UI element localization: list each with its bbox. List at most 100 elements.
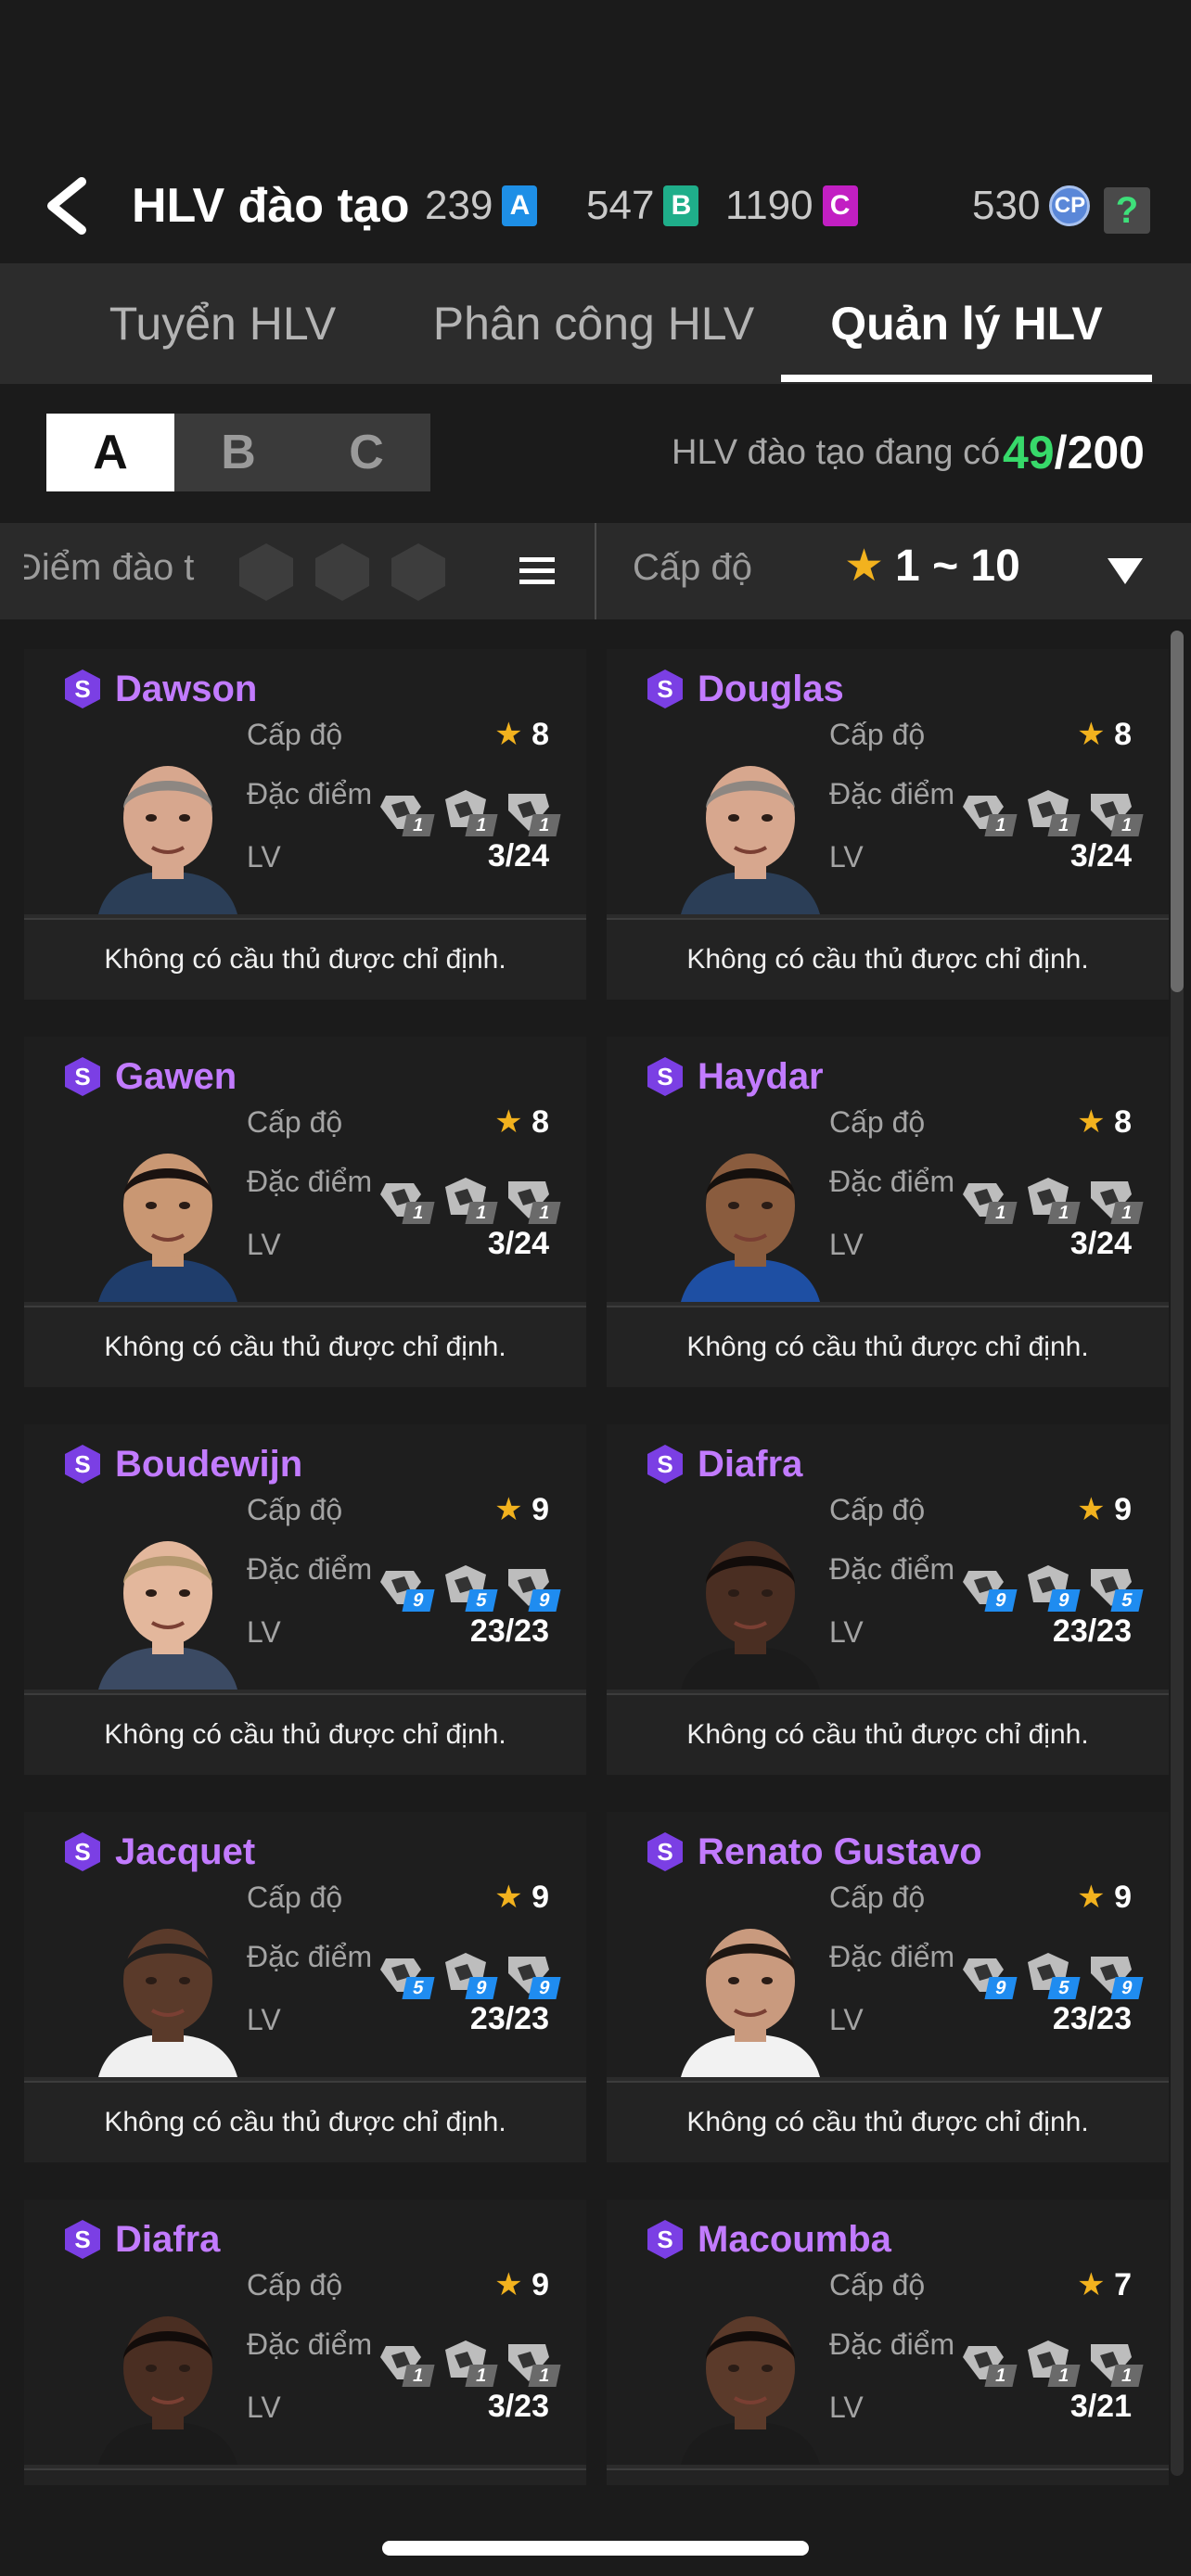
special-grade-icon: S (65, 1445, 100, 1484)
tab-manage[interactable]: Quản lý HLV (781, 263, 1152, 384)
hexagon-slot-icon[interactable] (236, 542, 297, 603)
trait-icon: 1 (503, 786, 561, 836)
trait-level: 1 (528, 2365, 561, 2387)
segment-a[interactable]: A (46, 414, 174, 491)
home-indicator[interactable] (382, 2541, 809, 2556)
coach-card[interactable]: S Douglas Cấp độ ★ 8 Đặc điểm 1 1 1 LV 3… (607, 649, 1169, 1000)
trait-icon: 9 (1085, 1949, 1144, 1999)
coach-card-body: S Haydar Cấp độ ★ 8 Đặc điểm 1 1 1 LV 3/… (607, 1037, 1169, 1302)
back-arrow-icon[interactable] (41, 176, 93, 236)
svg-text:S: S (74, 2225, 90, 2253)
trait-level: 1 (984, 2365, 1018, 2387)
trait-level: 1 (465, 1202, 498, 1224)
trait-level: 1 (402, 2365, 435, 2387)
coach-name-row: S Haydar (644, 1055, 824, 1098)
level-label: Cấp độ (829, 718, 926, 751)
lv-label: LV (829, 2391, 864, 2424)
coach-portrait (681, 1541, 820, 1690)
trait-icon: 5 (440, 1562, 498, 1612)
cp-coin-icon: CP (1049, 185, 1091, 226)
coach-level: ★ 8 (494, 1103, 549, 1141)
trait-level: 1 (1110, 2365, 1144, 2387)
assigned-player-text: Không có cầu thủ được chỉ định. (24, 1693, 586, 1775)
menu-icon[interactable] (518, 555, 557, 588)
coach-name: Douglas (698, 668, 844, 709)
special-grade-icon: S (647, 1057, 683, 1096)
coach-card[interactable]: S Diafra Cấp độ ★ 9 Đặc điểm (607, 1424, 1169, 1775)
tab-assign[interactable]: Phân công HLV (408, 263, 779, 384)
special-grade-icon: S (65, 1057, 100, 1096)
trait-icon: 9 (440, 1949, 498, 1999)
scrollbar[interactable] (1171, 631, 1184, 2476)
coach-card[interactable]: S Diafra Cấp độ ★ 9 Đặc điểm (24, 2200, 586, 2485)
coach-card[interactable]: S Boudewijn Cấp độ ★ 9 Đặc điểm 9 5 9 LV… (24, 1424, 586, 1775)
segment-c[interactable]: C (302, 414, 430, 491)
coach-card[interactable]: S Gawen Cấp độ ★ 8 Đặc điểm 1 1 1 LV 3/2… (24, 1037, 586, 1387)
lv-label: LV (247, 2003, 281, 2036)
trait-level: 5 (402, 1977, 435, 1999)
lv-label: LV (829, 1228, 864, 1261)
trait-icon: 1 (1085, 1174, 1144, 1224)
coach-name: Haydar (698, 1055, 824, 1097)
trait-icon: 1 (959, 1174, 1018, 1224)
svg-text:S: S (657, 1063, 672, 1090)
coach-lv: 3/23 (487, 2389, 549, 2424)
level-label: Cấp độ (247, 1881, 343, 1914)
dropdown-triangle-icon[interactable] (1106, 556, 1145, 586)
svg-text:S: S (657, 1838, 672, 1866)
star-icon: ★ (1077, 717, 1106, 752)
hexagon-slot-icon[interactable] (388, 542, 449, 603)
filter-bar: Điểm đào tạo Cấp độ ★ 1 ~ 10 (0, 523, 1191, 619)
coach-portrait (681, 1929, 820, 2077)
trait-level: 9 (1110, 1977, 1144, 1999)
level-range: 1 ~ 10 (895, 541, 1020, 591)
special-grade-icon: S (647, 2220, 683, 2259)
lv-label: LV (829, 2003, 864, 2036)
trait-level: 9 (1047, 1589, 1081, 1612)
traits-label: Đặc điểm (247, 2327, 373, 2361)
coach-card[interactable]: S Renato Gustavo Cấp độ ★ 9 Đặc điểm 9 5… (607, 1812, 1169, 2162)
ticket-c-icon: C (822, 185, 858, 226)
trait-icon: 1 (377, 1174, 435, 1224)
star-icon: ★ (494, 1104, 523, 1140)
trait-icon: 9 (1022, 1562, 1081, 1612)
coach-name: Renato Gustavo (698, 1830, 982, 1872)
coach-name-row: S Boudewijn (61, 1443, 302, 1486)
coach-level: ★ 8 (1077, 716, 1132, 753)
coach-level-value: 9 (531, 2267, 549, 2302)
tab-recruit[interactable]: Tuyển HLV (56, 263, 390, 384)
coach-card[interactable]: S Dawson Cấp độ ★ 8 Đặc điểm 1 1 1 LV 3/… (24, 649, 586, 1000)
coach-portrait (681, 2316, 820, 2465)
level-filter-value[interactable]: ★ 1 ~ 10 (844, 540, 1020, 592)
coach-lv: 23/23 (469, 1613, 549, 1649)
coach-portrait (98, 2316, 237, 2465)
trait-icon: 5 (1022, 1949, 1081, 1999)
coach-card[interactable]: S Haydar Cấp độ ★ 8 Đặc điểm 1 1 1 LV 3/… (607, 1037, 1169, 1387)
filter-divider (595, 523, 596, 619)
help-button[interactable]: ? (1104, 187, 1150, 234)
coach-card[interactable]: S Jacquet Cấp độ ★ 9 Đặc điểm 5 9 9 LV 2… (24, 1812, 586, 2162)
trait-filter[interactable]: Điểm đào tạo (0, 523, 594, 619)
trait-level: 5 (1110, 1589, 1144, 1612)
currency-a: 239 A (425, 182, 538, 230)
trait-level: 9 (528, 1977, 561, 1999)
coach-name: Macoumba (698, 2218, 891, 2260)
traits-label: Đặc điểm (829, 1940, 955, 1973)
scroll-thumb[interactable] (1171, 631, 1184, 992)
coach-level: ★ 9 (1077, 1491, 1132, 1528)
trait-icon: 1 (440, 2337, 498, 2387)
level-filter-label: Cấp độ (633, 547, 752, 588)
trait-level: 1 (984, 1202, 1018, 1224)
lv-label: LV (247, 1615, 281, 1649)
trait-icon: 1 (503, 1174, 561, 1224)
coach-name-row: S Jacquet (61, 1830, 255, 1873)
coach-name-row: S Douglas (644, 668, 844, 710)
coach-level: ★ 8 (1077, 1103, 1132, 1141)
hexagon-slot-icon[interactable] (312, 542, 373, 603)
segment-b[interactable]: B (174, 414, 302, 491)
coach-card[interactable]: S Macoumba Cấp độ ★ 7 Đặc điểm 1 1 1 LV … (607, 2200, 1169, 2485)
tab-bar: Tuyển HLV Phân công HLV Quản lý HLV (0, 263, 1191, 384)
trait-icon: 9 (959, 1562, 1018, 1612)
trait-icon: 1 (959, 2337, 1018, 2387)
coach-name-row: S Diafra (644, 1443, 802, 1486)
